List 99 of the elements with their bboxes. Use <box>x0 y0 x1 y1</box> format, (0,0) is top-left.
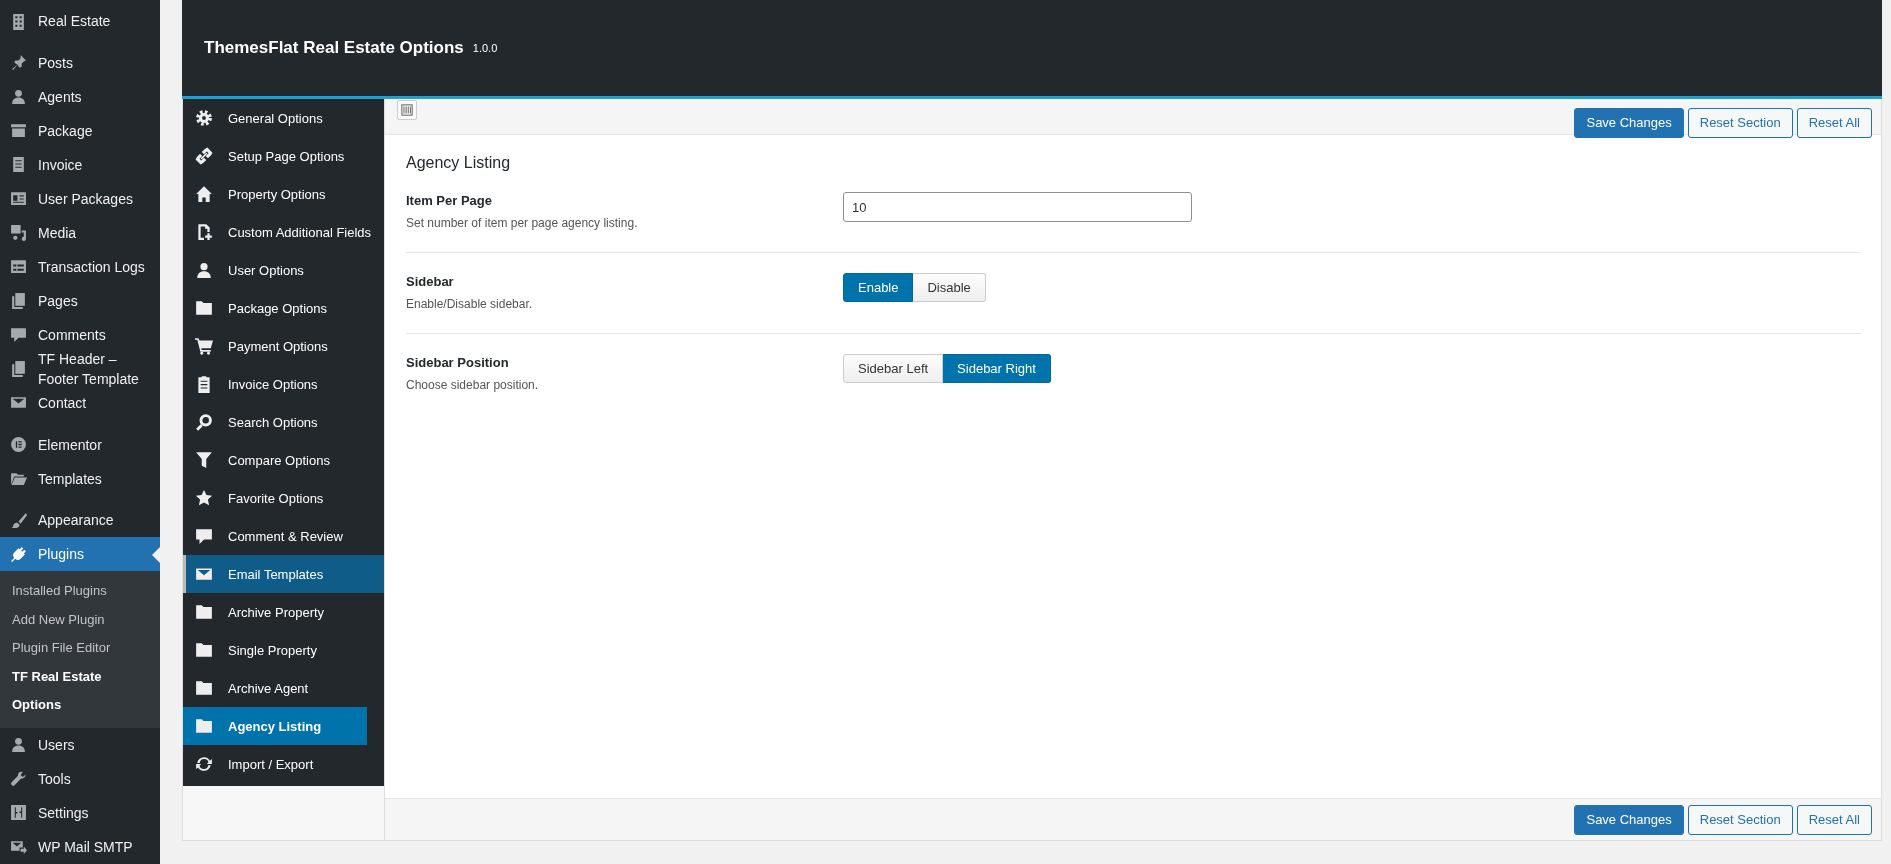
admin-menu-item[interactable]: User Packages <box>0 181 160 216</box>
open-folder-icon <box>10 470 27 488</box>
options-menu-item[interactable]: Invoice Options <box>183 365 384 403</box>
id-card-icon <box>10 190 27 208</box>
admin-menu-item[interactable]: Elementor <box>0 427 160 462</box>
options-menu-item[interactable]: Comment & Review <box>183 517 384 555</box>
options-menu-item[interactable]: Import / Export <box>183 745 384 783</box>
toggle-option[interactable]: Sidebar Right <box>943 354 1051 383</box>
reset-section-button[interactable]: Reset Section <box>1687 107 1793 138</box>
admin-menu-item[interactable]: Templates <box>0 461 160 496</box>
folder-icon <box>195 603 213 621</box>
options-menu-item[interactable]: Package Options <box>183 289 384 327</box>
sliders-icon <box>10 804 27 822</box>
circle-e-icon <box>10 436 27 454</box>
layout-toggle-icon[interactable] <box>397 100 417 120</box>
plug-icon <box>10 546 27 563</box>
building-icon <box>10 12 27 30</box>
reset-all-button[interactable]: Reset All <box>1796 107 1872 138</box>
field-label: Sidebar Position <box>406 355 510 370</box>
speech-bubble-icon <box>195 527 213 545</box>
options-menu-item[interactable]: Favorite Options <box>183 479 384 517</box>
speech-bubble-icon <box>10 326 27 344</box>
folder-icon <box>195 679 213 697</box>
person-icon <box>10 736 27 754</box>
submenu-item[interactable]: Add New Plugin <box>0 606 160 635</box>
options-menu-item[interactable]: Agency Listing <box>183 707 367 745</box>
archive-box-icon <box>10 122 27 140</box>
submenu-item[interactable]: Installed Plugins <box>0 577 160 606</box>
paintbrush-icon <box>10 512 27 529</box>
toggle-option[interactable]: Disable <box>913 273 986 302</box>
admin-menu-item[interactable]: TF Header – Footer Template <box>0 351 160 386</box>
admin-menu-item[interactable]: Media <box>0 215 160 250</box>
document-icon <box>10 156 27 174</box>
clipboard-icon <box>195 375 213 393</box>
section-title: Agency Listing <box>406 154 512 172</box>
media-icon <box>10 224 27 242</box>
cart-icon <box>195 337 213 355</box>
pushpin-icon <box>10 54 27 72</box>
person-icon <box>195 261 213 279</box>
table-icon <box>10 258 27 276</box>
wrench-icon <box>10 770 27 788</box>
admin-menu-item[interactable]: WP Mail SMTP <box>0 830 160 864</box>
search-icon <box>195 413 213 431</box>
admin-menu-item[interactable]: Appearance <box>0 503 160 538</box>
submenu-item[interactable]: Plugin File Editor <box>0 634 160 663</box>
reset-all-button[interactable]: Reset All <box>1796 804 1872 835</box>
toggle-option[interactable]: Sidebar Left <box>843 354 944 383</box>
page-title: ThemesFlat Real Estate Options <box>204 38 464 58</box>
admin-menu-item[interactable]: Transaction Logs <box>0 249 160 284</box>
admin-menu-item[interactable]: Plugins <box>0 537 160 572</box>
version-label: 1.0.0 <box>472 42 498 54</box>
save-changes-button[interactable]: Save Changes <box>1574 107 1684 138</box>
field-description: Enable/Disable sidebar. <box>406 297 534 311</box>
options-menu-item[interactable]: Search Options <box>183 403 384 441</box>
admin-menu-item[interactable]: Real Estate <box>0 4 160 38</box>
options-menu-item[interactable]: Archive Property <box>183 593 384 631</box>
refresh-icon <box>195 755 213 773</box>
field-label: Item Per Page <box>406 193 493 208</box>
options-menu-item[interactable]: Payment Options <box>183 327 384 365</box>
admin-menu-item[interactable]: Tools <box>0 762 160 796</box>
star-icon <box>195 489 213 507</box>
field-label: Sidebar <box>406 274 455 289</box>
text-input[interactable]: 10 <box>843 192 1192 222</box>
admin-menu-item[interactable]: Agents <box>0 79 160 114</box>
envelope-arrow-icon <box>10 838 27 856</box>
options-menu-item[interactable]: Single Property <box>183 631 384 669</box>
options-menu-item[interactable]: Property Options <box>183 175 384 213</box>
options-menu-item[interactable]: Archive Agent <box>183 669 384 707</box>
admin-menu-item[interactable]: Settings <box>0 796 160 830</box>
funnel-icon <box>195 451 213 469</box>
reset-section-button[interactable]: Reset Section <box>1687 804 1793 835</box>
folder-icon <box>195 299 213 317</box>
admin-menu-item[interactable]: Posts <box>0 45 160 80</box>
save-changes-button[interactable]: Save Changes <box>1574 804 1684 835</box>
options-menu-item[interactable]: Compare Options <box>183 441 384 479</box>
field-description: Choose sidebar position. <box>406 378 540 392</box>
options-menu-item[interactable]: Setup Page Options <box>183 137 384 175</box>
admin-menu-item[interactable]: Package <box>0 113 160 148</box>
options-menu-item[interactable]: User Options <box>183 251 384 289</box>
pages-icon <box>10 292 27 310</box>
gear-icon <box>195 109 213 127</box>
file-plus-icon <box>195 223 213 241</box>
admin-menu-item[interactable]: Comments <box>0 317 160 352</box>
field-description: Set number of item per page agency listing. <box>406 216 639 230</box>
envelope-icon <box>195 565 213 583</box>
pages-icon <box>10 360 27 378</box>
person-icon <box>10 88 27 106</box>
folder-icon <box>195 641 213 659</box>
admin-menu-item[interactable]: Invoice <box>0 147 160 182</box>
toggle-option[interactable]: Enable <box>843 273 914 302</box>
options-menu-item[interactable]: Custom Additional Fields <box>183 213 384 251</box>
chain-link-icon <box>195 147 213 165</box>
admin-menu-item[interactable]: Pages <box>0 283 160 318</box>
admin-menu-item[interactable]: Users <box>0 728 160 762</box>
options-menu-item[interactable]: Email Templates <box>183 555 384 593</box>
options-menu-item[interactable]: General Options <box>183 99 384 137</box>
house-icon <box>195 185 213 203</box>
folder-icon <box>195 717 213 735</box>
submenu-item[interactable]: TF Real Estate Options <box>0 663 160 720</box>
